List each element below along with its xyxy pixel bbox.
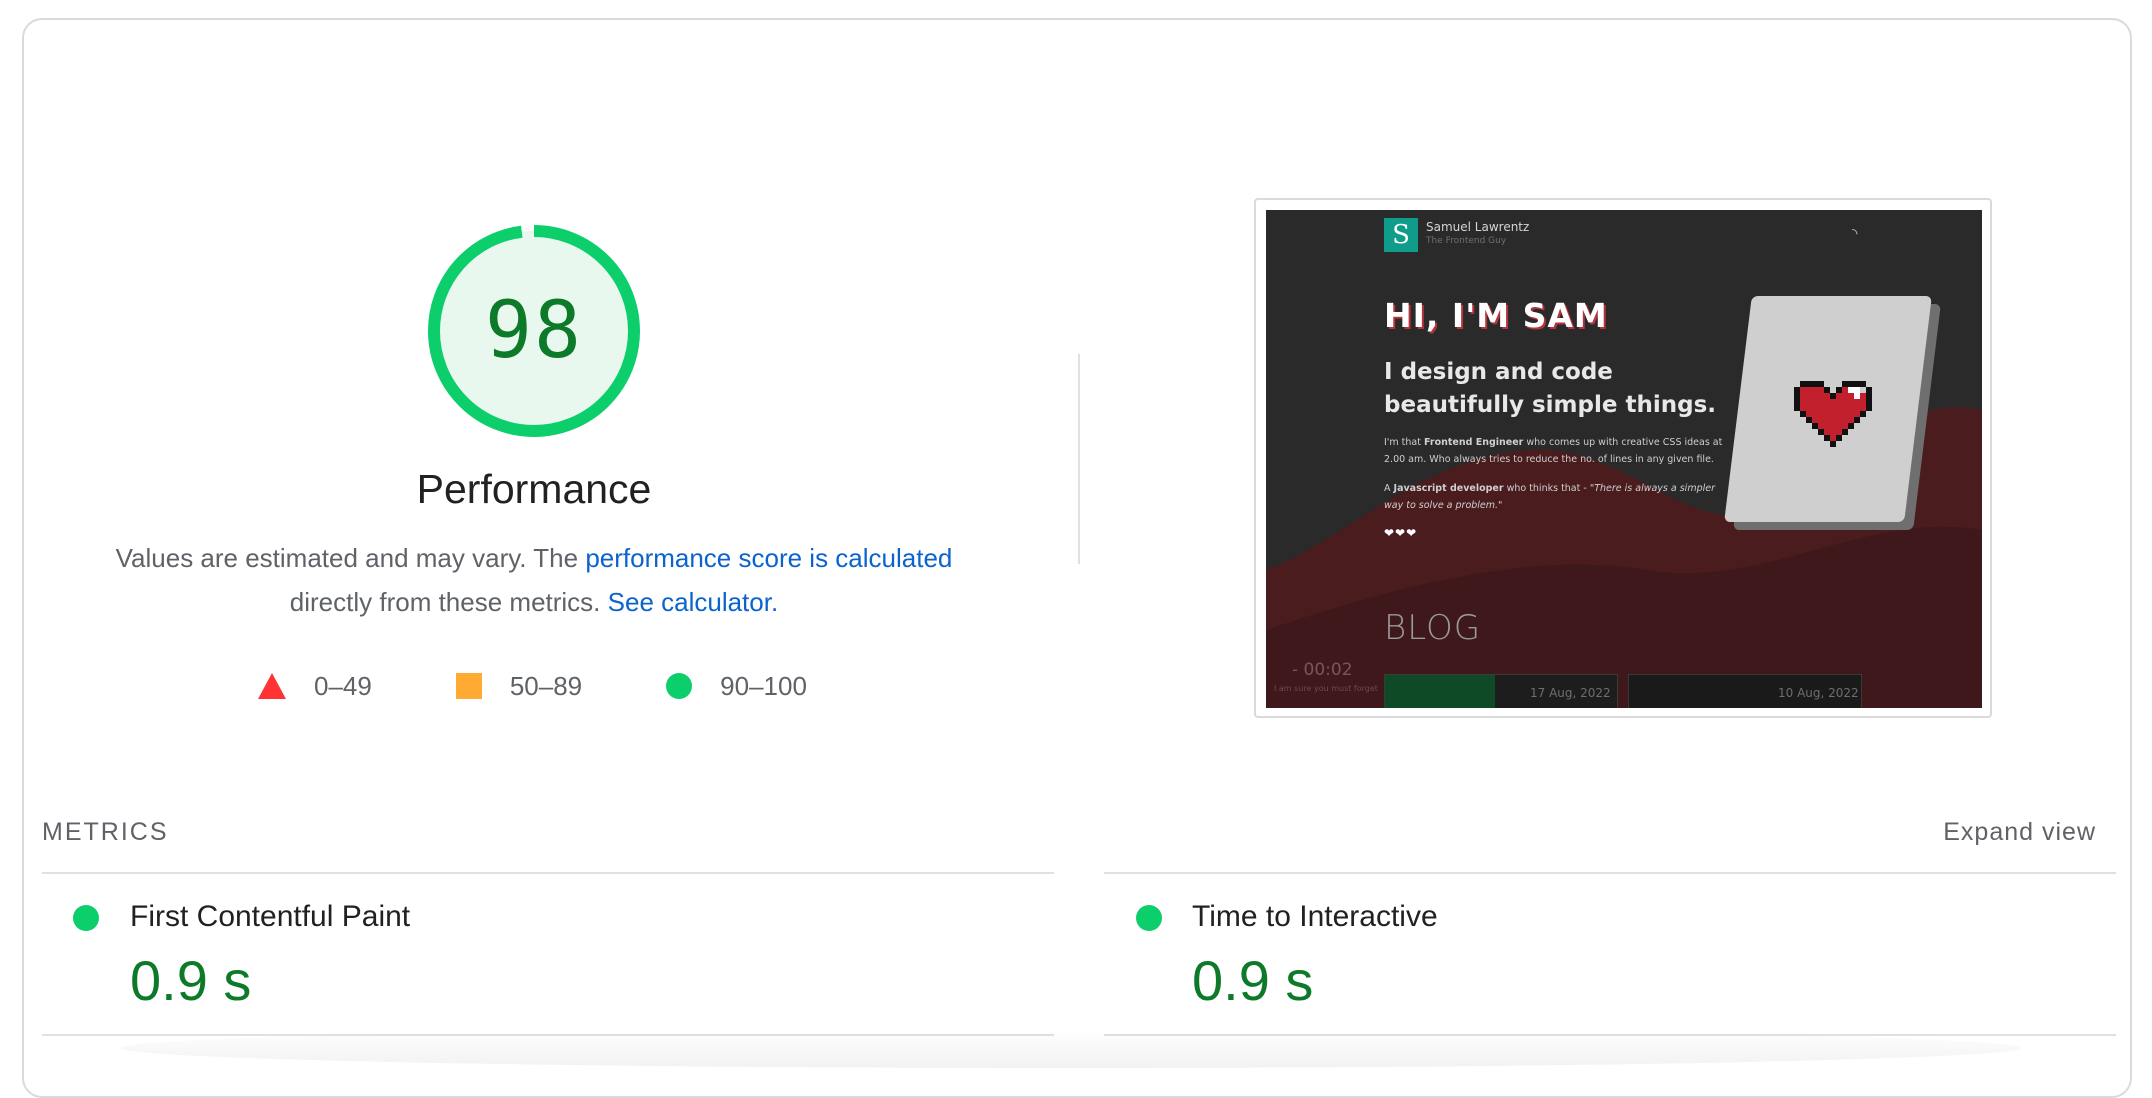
legend-average-label: 50–89 bbox=[509, 670, 583, 701]
pass-circle-icon bbox=[666, 673, 693, 699]
score-legend: 0–49 50–89 90–100 bbox=[258, 668, 807, 704]
vertical-divider bbox=[1078, 354, 1080, 564]
blog-heading: BLOG bbox=[1384, 608, 1482, 648]
metrics-divider-left bbox=[42, 872, 1054, 874]
score-description: Values are estimated and may vary. The p… bbox=[84, 536, 984, 624]
legend-pass: 90–100 bbox=[666, 671, 807, 702]
metric-value-fcp: 0.9 s bbox=[130, 949, 252, 1012]
site-name: Samuel Lawrentz bbox=[1426, 220, 1530, 234]
bottom-shadow bbox=[120, 1028, 2020, 1068]
see-calculator-link[interactable]: See calculator. bbox=[608, 587, 779, 617]
fcp-pass-icon bbox=[73, 905, 99, 931]
description-text-2: directly from these metrics. bbox=[289, 587, 608, 617]
rss-icon: ◝ bbox=[1852, 226, 1858, 242]
fail-triangle-icon bbox=[258, 673, 286, 699]
blog-date-2: 10 Aug, 2022 bbox=[1778, 686, 1859, 700]
legend-fail-label: 0–49 bbox=[314, 670, 372, 701]
metric-value-tti: 0.9 s bbox=[1192, 949, 1314, 1012]
expand-view-toggle[interactable]: Expand view bbox=[1943, 818, 2096, 847]
metric-name-tti: Time to Interactive bbox=[1192, 900, 1438, 933]
site-tagline: The Frontend Guy bbox=[1426, 236, 1507, 246]
tti-pass-icon bbox=[1136, 905, 1162, 931]
performance-gauge: 98 bbox=[424, 221, 644, 441]
average-square-icon bbox=[455, 673, 482, 699]
pixel-heart-icon bbox=[1794, 381, 1872, 447]
metrics-divider-right bbox=[1104, 872, 2116, 874]
hearts-row: ❤❤❤ bbox=[1384, 526, 1418, 540]
time-caption: I am sure you must forget bbox=[1274, 684, 1378, 693]
metric-name-fcp: First Contentful Paint bbox=[130, 900, 411, 933]
time-readout: - 00:02 bbox=[1292, 660, 1353, 680]
blog-date-1: 17 Aug, 2022 bbox=[1530, 686, 1611, 700]
site-headline: HI, I'M SAM bbox=[1384, 296, 1608, 335]
description-text: Values are estimated and may vary. The bbox=[115, 543, 586, 573]
legend-pass-label: 90–100 bbox=[720, 670, 807, 701]
metrics-heading: METRICS bbox=[42, 818, 169, 846]
site-subheadline: I design and code beautifully simple thi… bbox=[1384, 359, 1716, 418]
site-paragraph-1: I'm that Frontend Engineer who comes up … bbox=[1384, 437, 1723, 465]
score-calculated-link[interactable]: performance score is calculated bbox=[585, 543, 952, 573]
site-paragraph-2: A Javascript developer who thinks that -… bbox=[1384, 483, 1715, 511]
screenshot-image: S Samuel Lawrentz The Frontend Guy ◝ HI,… bbox=[1266, 210, 1982, 708]
score-value: 98 bbox=[485, 286, 583, 376]
gauge-title: Performance bbox=[416, 466, 652, 512]
legend-average: 50–89 bbox=[455, 670, 583, 702]
final-screenshot[interactable]: S Samuel Lawrentz The Frontend Guy ◝ HI,… bbox=[1254, 198, 1992, 718]
legend-fail: 0–49 bbox=[258, 671, 372, 702]
site-logo: S bbox=[1384, 218, 1418, 252]
